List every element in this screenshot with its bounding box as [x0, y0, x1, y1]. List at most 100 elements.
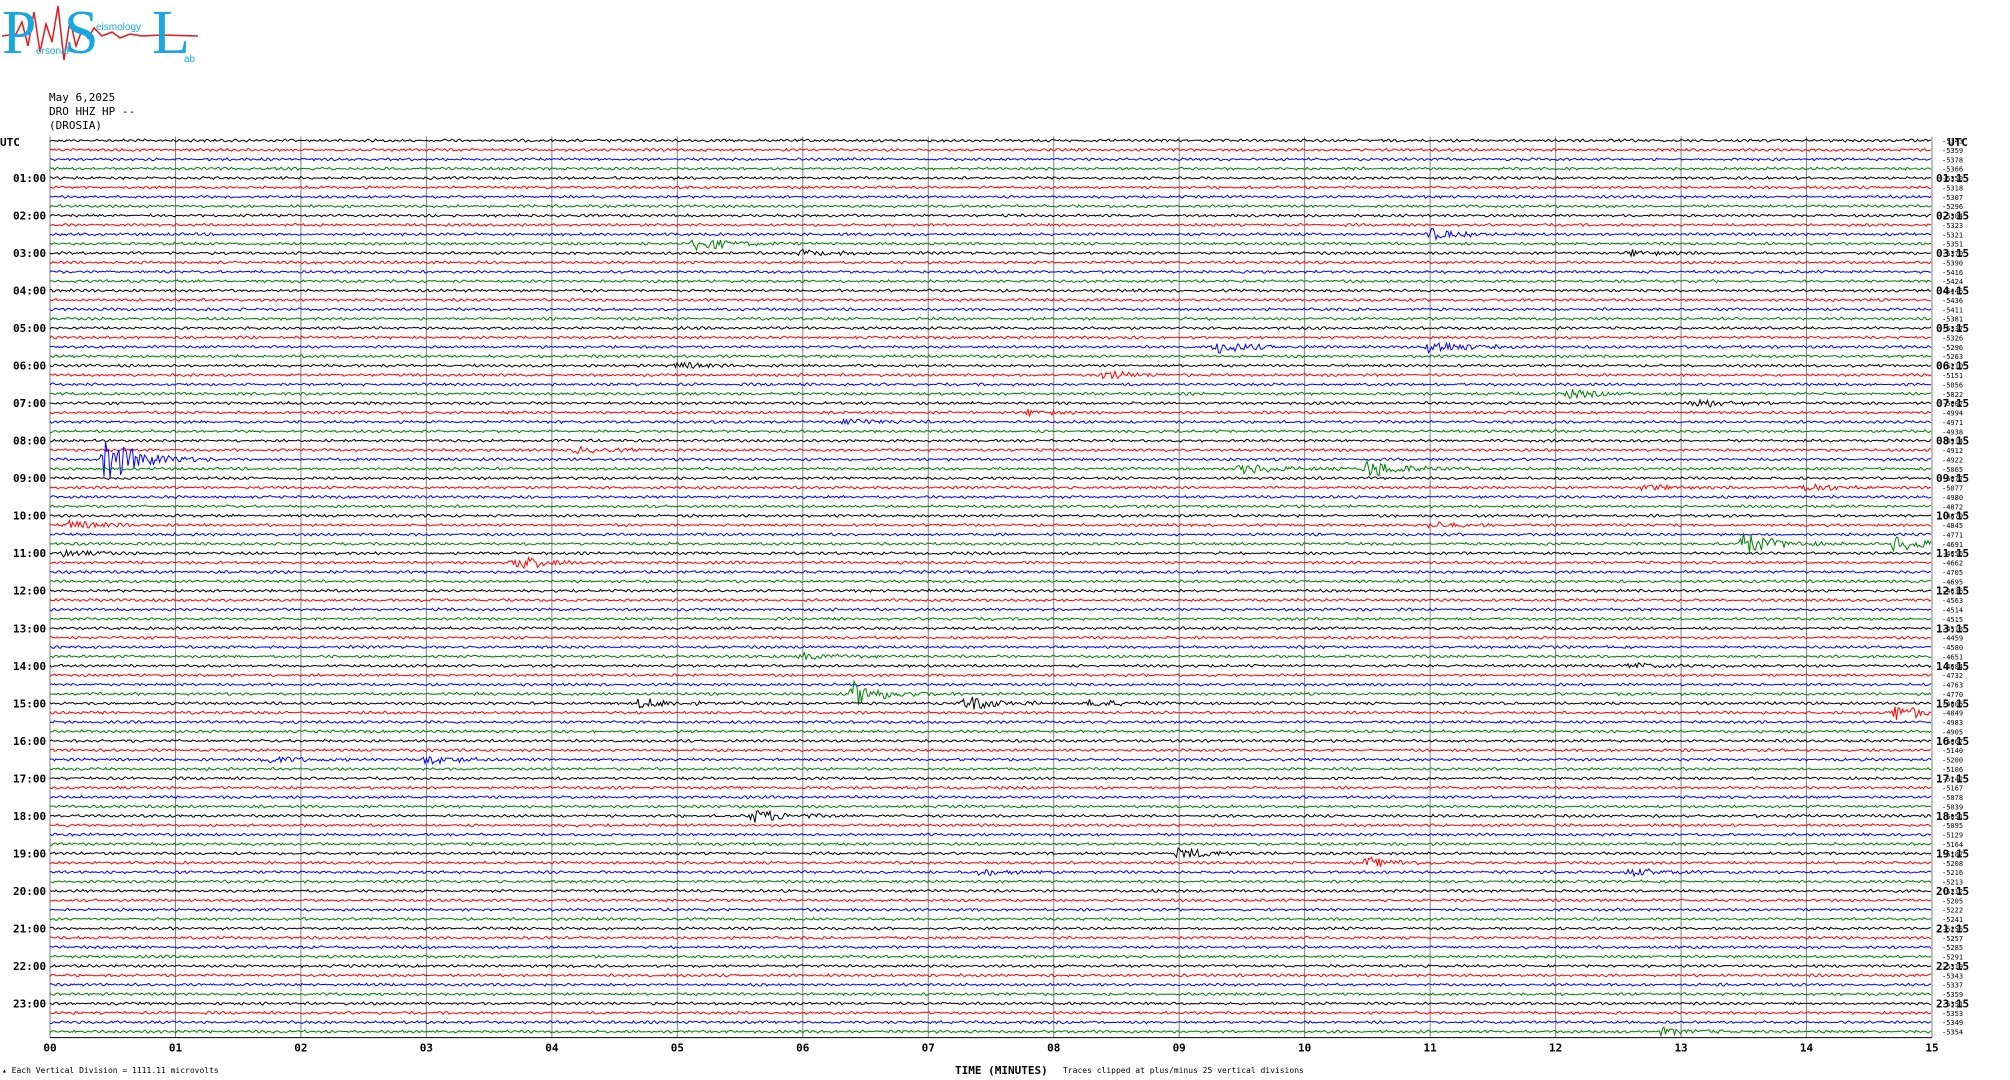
seismic-trace-black — [49, 398, 1932, 408]
seismic-trace-blue — [49, 644, 1932, 650]
trace-offset-label: -4580 — [1942, 644, 1963, 652]
seismic-trace-red — [49, 185, 1932, 190]
seismic-trace-blue — [49, 832, 1932, 837]
seismic-trace-black — [49, 588, 1932, 593]
left-hour-label: 19:00 — [13, 847, 46, 860]
trace-offset-label: -5222 — [1942, 907, 1963, 915]
seismic-trace-green — [49, 916, 1932, 922]
seismic-trace-blue — [49, 227, 1932, 242]
trace-offset-label: -5307 — [1942, 194, 1963, 202]
seismic-trace-green — [49, 203, 1932, 209]
right-hour-label: 17:15 — [1936, 772, 1969, 785]
x-tick-label: 04 — [545, 1042, 559, 1055]
seismic-trace-red — [49, 147, 1932, 153]
seismic-trace-black — [49, 662, 1932, 670]
right-hour-label: 03:15 — [1936, 247, 1969, 260]
right-hour-label: 14:15 — [1936, 660, 1969, 673]
seismic-trace-red — [49, 1010, 1932, 1016]
seismic-trace-red — [49, 748, 1932, 753]
seismic-trace-green — [49, 239, 1932, 252]
trace-offset-label: -5359 — [1942, 147, 1963, 155]
seismic-trace-black — [49, 926, 1932, 931]
seismic-trace-green — [49, 651, 1932, 661]
left-hour-label: 03:00 — [13, 247, 46, 260]
x-tick-label: 05 — [671, 1042, 684, 1055]
x-tick-label: 11 — [1424, 1042, 1438, 1055]
left-hour-label: 21:00 — [13, 922, 46, 935]
seismic-trace-blue — [49, 341, 1932, 354]
right-hour-label: 12:15 — [1936, 585, 1969, 598]
seismic-trace-red — [49, 519, 1932, 529]
seismic-trace-green — [49, 804, 1932, 809]
trace-offset-label: -5323 — [1942, 222, 1963, 230]
seismic-trace-green — [49, 766, 1932, 772]
trace-offset-label: -4983 — [1942, 719, 1963, 727]
seismic-trace-red — [49, 369, 1932, 380]
seismic-trace-black — [49, 361, 1932, 369]
right-hour-label: 01:15 — [1936, 172, 1969, 185]
right-hour-label: 21:15 — [1936, 922, 1969, 935]
trace-offset-label: -5353 — [1942, 1010, 1963, 1018]
seismic-trace-black — [49, 325, 1932, 331]
left-hour-label: 08:00 — [13, 435, 46, 448]
right-hour-label: 06:15 — [1936, 360, 1969, 373]
trace-offset-label: -5337 — [1942, 982, 1963, 990]
seismic-trace-black — [49, 138, 1932, 143]
seismic-trace-green — [49, 278, 1932, 284]
trace-offset-label: -4705 — [1942, 569, 1963, 577]
trace-offset-label: -4971 — [1942, 419, 1963, 427]
x-tick-label: 02 — [294, 1042, 307, 1055]
left-hour-label: 15:00 — [13, 697, 46, 710]
right-hour-label: 08:15 — [1936, 435, 1969, 448]
seismic-trace-red — [49, 935, 1932, 941]
seismic-trace-black — [49, 248, 1932, 258]
seismic-trace-red — [49, 635, 1932, 640]
seismic-trace-black — [49, 288, 1932, 294]
seismic-trace-blue — [49, 269, 1932, 275]
left-hour-label: 04:00 — [13, 285, 46, 298]
seismic-trace-blue — [49, 907, 1932, 912]
seismic-trace-green — [49, 429, 1932, 434]
seismic-trace-blue — [49, 569, 1932, 575]
trace-offset-label: -5167 — [1942, 785, 1963, 793]
right-hour-label: 15:15 — [1936, 697, 1969, 710]
seismic-trace-black — [49, 963, 1932, 969]
left-hour-label: 01:00 — [13, 172, 46, 185]
seismic-trace-green — [49, 389, 1932, 400]
trace-offset-label: -4849 — [1942, 710, 1963, 718]
left-hour-label: 07:00 — [13, 397, 46, 410]
seismic-trace-red — [49, 483, 1932, 492]
seismic-trace-black — [49, 213, 1931, 218]
trace-offset-label: -5200 — [1942, 757, 1963, 765]
seismic-trace-blue — [49, 755, 1932, 766]
seismic-trace-red — [49, 297, 1932, 303]
right-hour-label: 10:15 — [1936, 510, 1969, 523]
seismic-trace-red — [49, 785, 1932, 791]
seismic-trace-red — [49, 856, 1932, 867]
seismic-trace-green — [49, 579, 1932, 584]
seismic-trace-blue — [49, 607, 1932, 612]
seismic-trace-black — [49, 776, 1932, 781]
seismic-trace-black — [49, 625, 1932, 631]
trace-offset-label: -5296 — [1942, 344, 1963, 352]
x-tick-label: 01 — [169, 1042, 183, 1055]
seismic-trace-blue — [49, 494, 1932, 500]
seismic-trace-green — [49, 841, 1932, 847]
right-hour-label: 04:15 — [1936, 285, 1969, 298]
left-hour-label: 06:00 — [13, 360, 46, 373]
trace-offset-label: -4732 — [1942, 672, 1963, 680]
right-hour-label: 20:15 — [1936, 885, 1969, 898]
right-hour-label: 22:15 — [1936, 960, 1969, 973]
seismic-trace-black — [49, 809, 1932, 823]
left-hour-label: 10:00 — [13, 510, 46, 523]
seismic-trace-black — [49, 888, 1932, 894]
right-hour-label: 07:15 — [1936, 397, 1969, 410]
x-tick-label: 13 — [1674, 1042, 1687, 1055]
left-hour-label: 13:00 — [13, 622, 46, 635]
trace-offset-label: -5285 — [1942, 944, 1963, 952]
seismic-trace-green — [49, 316, 1932, 322]
trace-offset-label: -4662 — [1942, 560, 1963, 568]
x-tick-label: 09 — [1173, 1042, 1186, 1055]
seismic-trace-blue — [49, 944, 1932, 950]
seismic-trace-red — [49, 408, 1932, 417]
